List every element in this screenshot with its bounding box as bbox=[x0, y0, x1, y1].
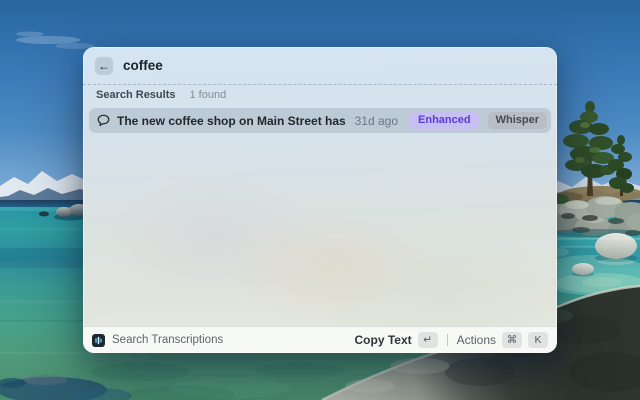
actions-button[interactable]: Actions ⌘ K bbox=[457, 332, 548, 348]
actions-label: Actions bbox=[456, 333, 496, 347]
copy-text-label: Copy Text bbox=[354, 333, 412, 347]
k-keycap: K bbox=[528, 332, 548, 348]
result-text: The new coffee shop on Main Street has a… bbox=[117, 113, 348, 128]
footer-actions: Copy Text ↵ Actions ⌘ K bbox=[355, 332, 548, 348]
footer-divider bbox=[446, 334, 448, 346]
footer-app: Search Transcriptions bbox=[92, 333, 224, 347]
back-button[interactable]: ← bbox=[95, 56, 113, 75]
header-divider bbox=[83, 84, 557, 85]
results-header-label: Search Results bbox=[96, 89, 176, 101]
search-input[interactable]: coffee bbox=[123, 58, 163, 73]
enhanced-badge: Enhanced bbox=[410, 111, 479, 130]
return-keycap: ↵ bbox=[417, 332, 438, 348]
result-row[interactable]: The new coffee shop on Main Street has a… bbox=[89, 108, 551, 133]
app-name-label: Search Transcriptions bbox=[112, 334, 224, 346]
results-header: Search Results 1 found bbox=[96, 89, 544, 101]
back-arrow-icon: ← bbox=[98, 58, 110, 73]
search-transcriptions-window: ← coffee Search Results 1 found The new … bbox=[83, 47, 557, 353]
desktop: ← coffee Search Results 1 found The new … bbox=[0, 0, 640, 400]
result-timestamp: 31d ago bbox=[354, 113, 399, 128]
app-icon bbox=[92, 333, 105, 347]
window-footer: Search Transcriptions Copy Text ↵ Action… bbox=[83, 326, 557, 353]
cloud bbox=[16, 36, 80, 44]
search-bar: ← coffee bbox=[83, 47, 557, 84]
results-count: 1 found bbox=[189, 89, 227, 101]
copy-text-button[interactable]: Copy Text ↵ bbox=[355, 332, 438, 348]
chat-bubble-icon bbox=[96, 113, 111, 128]
whisper-badge: Whisper bbox=[487, 111, 547, 130]
command-keycap: ⌘ bbox=[502, 332, 522, 348]
